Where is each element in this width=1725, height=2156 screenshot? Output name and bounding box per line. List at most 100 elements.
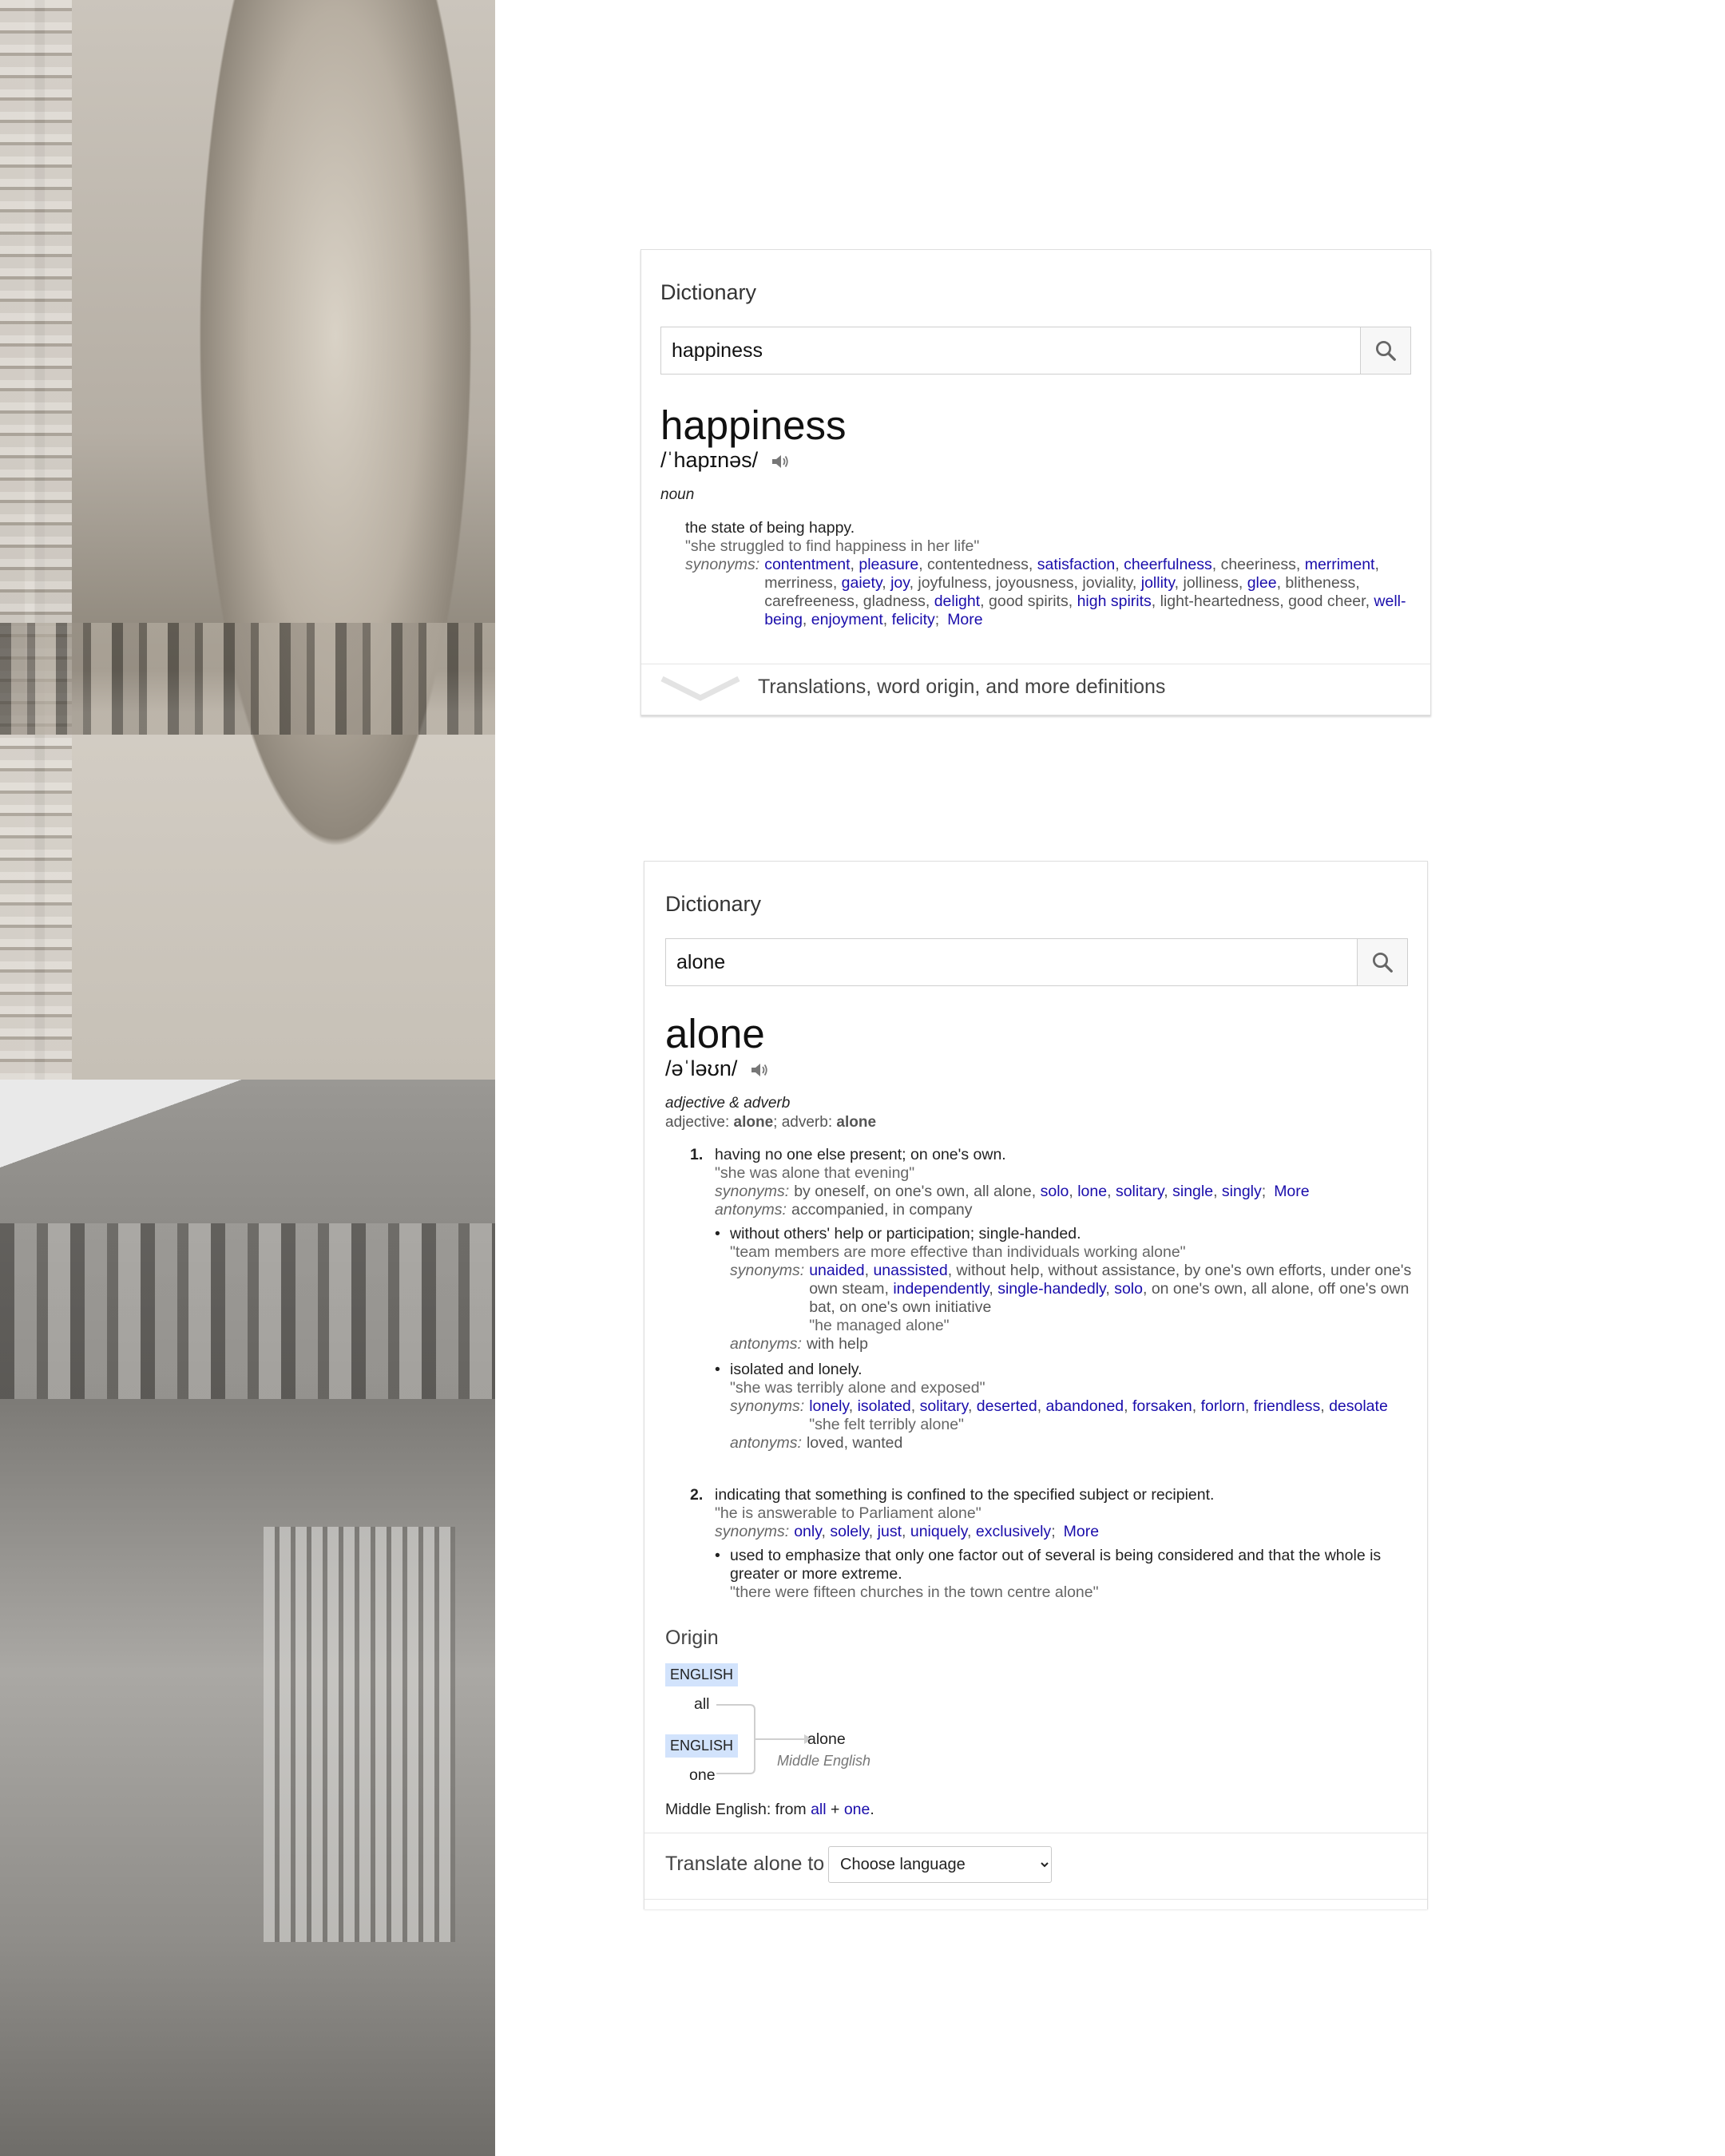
separator: , (967, 1523, 976, 1540)
synonym[interactable]: only (794, 1523, 821, 1540)
definition: indicating that something is confined to… (715, 1486, 1215, 1504)
synonym[interactable]: joy (890, 574, 909, 592)
separator: , (1365, 593, 1374, 610)
synonym: merriness (764, 574, 833, 592)
synonym[interactable]: solitary (1116, 1183, 1164, 1200)
separator: , (1142, 1280, 1152, 1298)
synonym[interactable]: lone (1077, 1183, 1107, 1200)
synonym: joyfulness (918, 574, 988, 592)
synonym: cheeriness (1220, 556, 1296, 573)
synonym[interactable]: delight (934, 593, 980, 610)
synonym-list: lonely, isolated, solitary, deserted, ab… (809, 1397, 1388, 1415)
dictionary-card-happiness: Dictionary happiness /ˈhapɪnəs/ noun the… (640, 249, 1431, 715)
separator: , (1151, 593, 1160, 610)
more-synonyms-link[interactable]: More (1064, 1523, 1099, 1540)
synonym[interactable]: isolated (858, 1397, 911, 1415)
synonym[interactable]: high spirits (1077, 593, 1152, 610)
synonym[interactable]: single-handedly (997, 1280, 1105, 1298)
synonym: gladness (862, 593, 926, 610)
synonym: without help (956, 1262, 1040, 1279)
synonym[interactable]: friendless (1254, 1397, 1320, 1415)
search-icon (1376, 341, 1396, 361)
separator: , (1295, 556, 1305, 573)
synonym[interactable]: unassisted (873, 1262, 947, 1279)
synonym[interactable]: enjoyment (811, 611, 883, 628)
origin-link-one[interactable]: one (844, 1801, 870, 1818)
synonym[interactable]: abandoned (1046, 1397, 1124, 1415)
separator: , (850, 556, 859, 573)
origin-link-all[interactable]: all (811, 1801, 827, 1818)
synonym[interactable]: solitary (920, 1397, 968, 1415)
antonyms-row: antonyms: accompanied, in company (715, 1201, 1418, 1219)
synonym: joyousness (995, 574, 1074, 592)
synonym[interactable]: solely (830, 1523, 868, 1540)
headword: happiness (660, 402, 847, 448)
subsense-2a: used to emphasize that only one factor o… (730, 1547, 1418, 1602)
search-input[interactable] (666, 939, 1357, 985)
separator: , (1105, 1280, 1115, 1298)
synonym[interactable]: desolate (1329, 1397, 1388, 1415)
search-button[interactable] (1360, 327, 1410, 374)
synonym[interactable]: deserted (977, 1397, 1037, 1415)
separator: , (1164, 1183, 1173, 1200)
part-of-speech: noun (660, 486, 695, 503)
origin-note-suffix: . (870, 1801, 874, 1818)
synonym[interactable]: contentment (764, 556, 850, 573)
separator: , (865, 1183, 874, 1200)
synonym: good spirits (989, 593, 1069, 610)
synonym[interactable]: single (1172, 1183, 1213, 1200)
synonym[interactable]: jollity (1141, 574, 1175, 592)
more-definitions-link[interactable]: Translations, word origin, and more defi… (758, 676, 1165, 699)
definition: isolated and lonely. (730, 1361, 862, 1378)
etymology-result: alone (807, 1730, 846, 1748)
synonym[interactable]: solo (1041, 1183, 1069, 1200)
synonym[interactable]: independently (893, 1280, 989, 1298)
separator: , (1279, 593, 1289, 610)
synonym[interactable]: unaided (809, 1262, 864, 1279)
antonyms: loved, wanted (806, 1434, 903, 1452)
synonym[interactable]: merriment (1305, 556, 1375, 573)
pronunciation-row: /əˈləʊn/ (665, 1056, 769, 1081)
example: "she was terribly alone and exposed" (730, 1379, 985, 1397)
synonym[interactable]: cheerfulness (1124, 556, 1212, 573)
more-synonyms-link[interactable]: More (1274, 1183, 1309, 1200)
separator: , (854, 593, 863, 610)
forms-adv: alone (836, 1114, 877, 1131)
subsense-1a: without others' help or participation; s… (730, 1225, 1418, 1353)
synonym[interactable]: forsaken (1132, 1397, 1192, 1415)
synonym[interactable]: felicity (892, 611, 935, 628)
language-select[interactable]: Choose language (828, 1846, 1052, 1883)
synonym[interactable]: gaiety (842, 574, 882, 592)
search-input[interactable] (661, 327, 1360, 374)
more-definitions-row[interactable]: Translations, word origin, and more defi… (641, 664, 1430, 715)
separator: , (967, 1397, 977, 1415)
synonyms-label: synonyms: (730, 1397, 805, 1415)
forms-adj-label: adjective: (665, 1114, 734, 1131)
separator: , (802, 611, 811, 628)
example: "she was alone that evening" (715, 1164, 915, 1182)
synonym[interactable]: satisfaction (1037, 556, 1116, 573)
speaker-icon[interactable] (771, 453, 790, 470)
more-synonyms-link[interactable]: More (947, 611, 982, 628)
search-button[interactable] (1357, 939, 1407, 985)
synonym[interactable]: forlorn (1201, 1397, 1245, 1415)
synonym[interactable]: uniquely (910, 1523, 967, 1540)
card-title: Dictionary (665, 892, 762, 916)
separator: , (848, 1397, 858, 1415)
separator: , (1073, 574, 1083, 592)
synonym[interactable]: solo (1114, 1280, 1143, 1298)
synonym[interactable]: just (878, 1523, 902, 1540)
synonym: all alone (974, 1183, 1032, 1200)
synonym[interactable]: exclusively (976, 1523, 1051, 1540)
synonym[interactable]: lonely (809, 1397, 849, 1415)
separator: , (1276, 574, 1286, 592)
separator: , (1132, 574, 1141, 592)
example: "she struggled to find happiness in her … (685, 537, 980, 555)
synonym[interactable]: glee (1247, 574, 1277, 592)
synonyms-label: synonyms: (715, 1523, 790, 1540)
forms-adj: alone (733, 1114, 774, 1131)
synonym[interactable]: pleasure (859, 556, 918, 573)
synonym[interactable]: singly (1222, 1183, 1262, 1200)
separator: , (1355, 574, 1360, 592)
speaker-icon[interactable] (750, 1061, 769, 1079)
